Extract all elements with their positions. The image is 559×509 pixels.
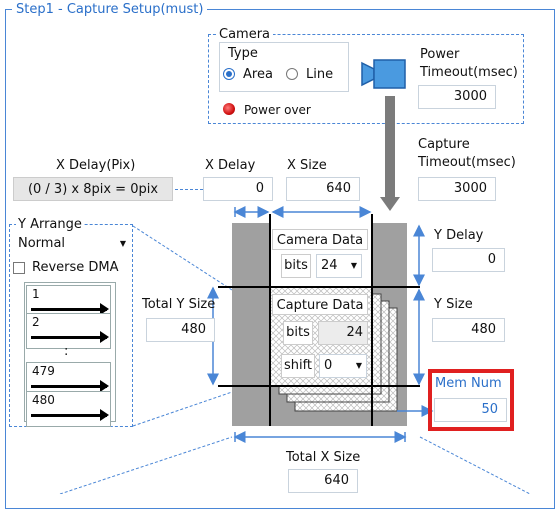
capture-shift-label: shift: [281, 354, 315, 378]
y-delay-label: Y Delay: [434, 228, 484, 243]
camera-bits-label: bits: [281, 254, 311, 278]
total-y-size-input[interactable]: 480: [146, 318, 215, 342]
capture-bits-label: bits: [283, 321, 313, 345]
y-delay-input[interactable]: 0: [432, 248, 505, 272]
camera-bits-select[interactable]: 24 ▼: [316, 254, 362, 278]
capture-data-title: Capture Data: [272, 294, 368, 315]
total-x-size-label: Total X Size: [286, 450, 361, 465]
y-size-input[interactable]: 480: [432, 318, 505, 342]
chevron-down-icon: ▼: [350, 261, 357, 270]
total-y-size-label: Total Y Size: [142, 297, 216, 312]
y-size-label: Y Size: [434, 297, 473, 312]
mem-num-label: Mem Num: [435, 376, 502, 391]
camera-data-title: Camera Data: [272, 229, 368, 250]
total-x-size-input[interactable]: 640: [288, 469, 358, 493]
capture-shift-select[interactable]: 0 ▼: [319, 354, 367, 378]
mem-num-input[interactable]: 50: [434, 398, 507, 422]
chevron-down-icon: ▼: [355, 361, 362, 370]
capture-bits-value: 24: [318, 321, 368, 345]
